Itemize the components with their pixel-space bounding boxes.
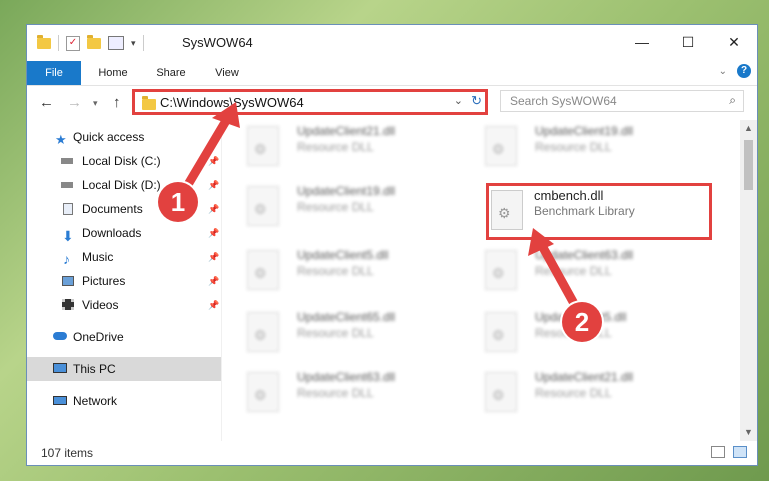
address-dropdown-icon[interactable]: ⌄ bbox=[454, 94, 463, 107]
pictures-icon bbox=[62, 276, 74, 286]
sidebar-item-pictures[interactable]: Pictures 📌 bbox=[27, 270, 221, 292]
tab-share[interactable]: Share bbox=[147, 61, 195, 85]
title-bar: ✓ ▾ SysWOW64 — ☐ ✕ bbox=[27, 25, 757, 61]
sidebar-item-music[interactable]: ♪ Music 📌 bbox=[27, 246, 221, 268]
tab-view[interactable]: View bbox=[203, 61, 251, 85]
sidebar-item-onedrive[interactable]: OneDrive bbox=[27, 326, 221, 348]
file-item[interactable]: UpdateClient63.dll Resource DLL bbox=[239, 366, 459, 420]
sidebar-item-local-disk-c[interactable]: Local Disk (C:) 📌 bbox=[27, 150, 221, 172]
file-item-cmbench[interactable]: cmbench.dll Benchmark Library bbox=[486, 183, 712, 240]
dll-file-icon bbox=[491, 190, 523, 230]
status-bar: 107 items bbox=[27, 441, 757, 465]
videos-icon bbox=[62, 299, 74, 310]
navigation-pane: ★ Quick access Local Disk (C:) 📌 Local D… bbox=[27, 120, 221, 441]
file-list: UpdateClient21.dll Resource DLL UpdateCl… bbox=[239, 120, 739, 441]
drive-icon bbox=[61, 182, 73, 188]
file-item[interactable]: UpdateClient21.dll Resource DLL bbox=[239, 120, 459, 174]
close-button[interactable]: ✕ bbox=[711, 25, 757, 59]
large-icons-view-icon[interactable] bbox=[733, 446, 747, 458]
step-badge-1: 1 bbox=[158, 182, 198, 222]
ribbon-tabs: File Home Share View ⌄ ? bbox=[27, 61, 757, 86]
file-item[interactable]: UpdateClient21.dll Resource DLL bbox=[477, 366, 697, 420]
help-icon[interactable]: ? bbox=[737, 64, 751, 78]
details-view-icon[interactable] bbox=[711, 446, 725, 458]
refresh-icon[interactable]: ↻ bbox=[471, 93, 482, 109]
documents-icon bbox=[63, 203, 73, 215]
dll-file-icon bbox=[247, 372, 279, 412]
explorer-body: ★ Quick access Local Disk (C:) 📌 Local D… bbox=[27, 120, 757, 441]
file-item[interactable]: UpdateClient5.dll Resource DLL bbox=[239, 244, 459, 298]
address-path[interactable]: C:\Windows\SysWOW64 bbox=[160, 95, 304, 110]
file-item[interactable]: UpdateClient19.dll Resource DLL bbox=[477, 120, 697, 174]
sidebar-item-videos[interactable]: Videos 📌 bbox=[27, 294, 221, 316]
search-placeholder: Search SysWOW64 bbox=[510, 94, 617, 108]
new-folder-icon[interactable] bbox=[87, 34, 101, 49]
dll-file-icon bbox=[247, 312, 279, 352]
scroll-up-icon[interactable]: ▲ bbox=[740, 120, 757, 137]
star-icon: ★ bbox=[55, 132, 67, 147]
sidebar-item-downloads[interactable]: ⬇ Downloads 📌 bbox=[27, 222, 221, 244]
pin-icon[interactable]: 📌 bbox=[208, 270, 219, 292]
music-icon: ♪ bbox=[63, 251, 70, 267]
downloads-icon: ⬇ bbox=[62, 228, 74, 244]
folder-icon bbox=[37, 34, 51, 49]
folder-icon bbox=[142, 96, 156, 110]
pane-divider bbox=[221, 120, 222, 441]
item-count: 107 items bbox=[41, 446, 94, 460]
file-item[interactable]: UpdateClient65.dll Resource DLL bbox=[239, 306, 459, 360]
computer-icon bbox=[53, 363, 67, 373]
dll-file-icon bbox=[247, 186, 279, 226]
file-explorer-window: ✓ ▾ SysWOW64 — ☐ ✕ File Home Share View … bbox=[26, 24, 758, 466]
properties-check-icon[interactable]: ✓ bbox=[66, 35, 80, 51]
quick-access-toolbar: ✓ ▾ bbox=[37, 34, 144, 51]
expand-ribbon-icon[interactable]: ⌄ bbox=[719, 66, 727, 77]
drive-icon bbox=[61, 158, 73, 164]
recent-locations-chevron-icon[interactable]: ▾ bbox=[93, 98, 98, 109]
file-item[interactable]: UpdateClient19.dll Resource DLL bbox=[239, 180, 459, 234]
search-input[interactable]: Search SysWOW64 ⌕ bbox=[500, 90, 744, 112]
dll-file-icon bbox=[247, 250, 279, 290]
sidebar-item-network[interactable]: Network bbox=[27, 390, 221, 412]
tab-file[interactable]: File bbox=[27, 61, 81, 85]
pin-icon[interactable]: 📌 bbox=[208, 198, 219, 220]
toolbar-divider bbox=[58, 35, 59, 51]
sidebar-item-this-pc[interactable]: This PC bbox=[27, 357, 221, 381]
search-icon[interactable]: ⌕ bbox=[729, 93, 736, 108]
file-item[interactable]: UpdateClient63.dll Resource DLL bbox=[477, 244, 697, 298]
vertical-scrollbar[interactable]: ▲ ▼ bbox=[740, 120, 757, 441]
back-arrow-icon[interactable]: ← bbox=[39, 94, 54, 111]
pin-icon[interactable]: 📌 bbox=[208, 150, 219, 172]
dll-file-icon bbox=[485, 250, 517, 290]
window-title: SysWOW64 bbox=[182, 35, 253, 50]
scroll-down-icon[interactable]: ▼ bbox=[740, 424, 757, 441]
up-arrow-icon[interactable]: ↑ bbox=[113, 94, 121, 111]
pin-icon[interactable]: 📌 bbox=[208, 174, 219, 196]
dll-file-icon bbox=[485, 372, 517, 412]
address-toolbar: ← → ▾ ↑ C:\Windows\SysWOW64 ⌄ ↻ Search S… bbox=[27, 86, 757, 120]
tab-home[interactable]: Home bbox=[89, 61, 137, 85]
maximize-button[interactable]: ☐ bbox=[665, 25, 711, 59]
address-bar[interactable]: C:\Windows\SysWOW64 ⌄ ↻ bbox=[132, 89, 488, 115]
pin-icon[interactable]: 📌 bbox=[208, 294, 219, 316]
step-badge-2: 2 bbox=[562, 302, 602, 342]
customize-toolbar-icon[interactable]: ▾ bbox=[131, 38, 136, 49]
onedrive-icon bbox=[53, 332, 67, 340]
minimize-button[interactable]: — bbox=[619, 25, 665, 59]
pin-icon[interactable]: 📌 bbox=[208, 246, 219, 268]
dll-file-icon bbox=[485, 312, 517, 352]
pin-icon[interactable]: 📌 bbox=[208, 222, 219, 244]
scrollbar-thumb[interactable] bbox=[744, 140, 753, 190]
network-icon bbox=[53, 396, 67, 405]
toolbar-divider bbox=[142, 35, 144, 51]
dll-file-icon bbox=[247, 126, 279, 166]
dll-file-icon bbox=[485, 126, 517, 166]
properties-icon[interactable] bbox=[108, 36, 124, 50]
forward-arrow-icon[interactable]: → bbox=[67, 94, 82, 111]
sidebar-item-quick-access[interactable]: ★ Quick access bbox=[27, 126, 221, 148]
